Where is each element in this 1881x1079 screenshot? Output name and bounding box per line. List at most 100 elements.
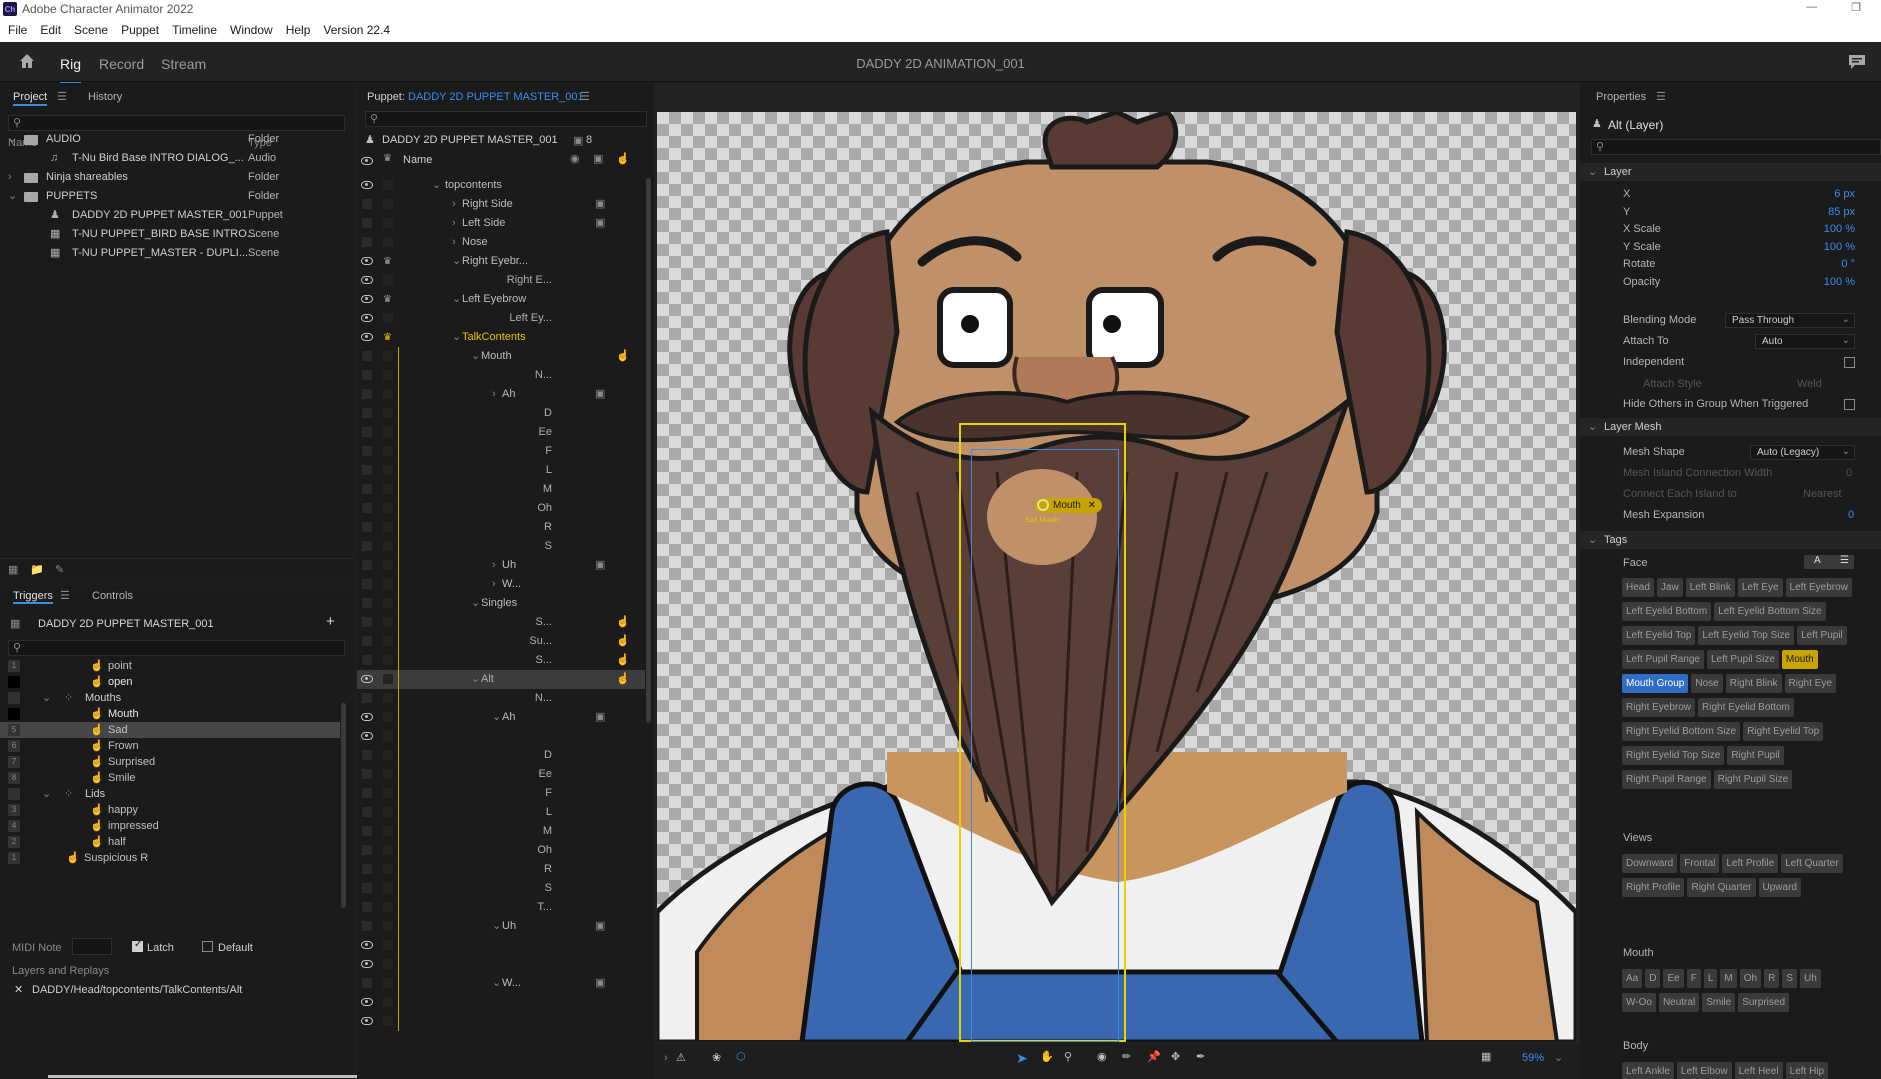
independent-toggle[interactable] xyxy=(383,978,393,988)
tag-chip[interactable]: D xyxy=(1645,969,1661,988)
tag-chip[interactable]: Smile xyxy=(1702,993,1736,1012)
tag-chip[interactable]: Oh xyxy=(1739,969,1762,988)
visibility-toggle[interactable] xyxy=(362,788,372,798)
tag-chip[interactable]: Neutral xyxy=(1658,993,1700,1012)
layer-row[interactable]: Right E... xyxy=(357,271,645,290)
tag-chip[interactable]: Left Ankle xyxy=(1622,1062,1674,1079)
menu-file[interactable]: File xyxy=(8,23,27,37)
trigger-row[interactable]: 4 ☝ impressed xyxy=(0,818,340,834)
visibility-toggle[interactable] xyxy=(362,484,372,494)
layer-row[interactable] xyxy=(357,993,645,1012)
layer-row[interactable]: M xyxy=(357,822,645,841)
project-row[interactable]: ▦ T-NU PUPPET_MASTER - DUPLI... Scene xyxy=(0,244,354,263)
layer-row[interactable]: ♛ ⌄ Right Eyebr... xyxy=(357,252,645,271)
visibility-toggle[interactable] xyxy=(362,446,372,456)
drag-icon[interactable]: ☝ xyxy=(616,632,630,651)
trigger-key[interactable]: 1 xyxy=(8,852,20,864)
tag-chip[interactable]: Right Pupil Size xyxy=(1713,770,1793,789)
drag-icon[interactable]: ☝ xyxy=(616,651,630,670)
chevron-down-icon[interactable]: ⌄ xyxy=(42,786,51,802)
minimize-icon[interactable]: — xyxy=(1806,1,1817,14)
independent-toggle[interactable] xyxy=(383,788,393,798)
chevron-right-icon[interactable]: › xyxy=(452,195,456,214)
layer-row[interactable]: S xyxy=(357,879,645,898)
visibility-toggle[interactable] xyxy=(362,883,372,893)
chevron-right-icon[interactable]: › xyxy=(492,556,496,575)
layer-row[interactable]: D xyxy=(357,746,645,765)
independent-toggle[interactable] xyxy=(383,313,393,323)
tag-chip[interactable]: Left Eyelid Bottom Size xyxy=(1714,602,1826,621)
layer-row[interactable]: › Nose xyxy=(357,233,645,252)
visibility-toggle[interactable] xyxy=(362,845,372,855)
independent-toggle[interactable] xyxy=(383,237,393,247)
visibility-toggle[interactable] xyxy=(362,807,372,817)
layer-row[interactable]: ⌄ Singles xyxy=(357,594,645,613)
mesh-expansion-value[interactable]: 0 xyxy=(1848,509,1854,521)
trigger-key[interactable]: 4 xyxy=(8,820,20,832)
eye-icon[interactable] xyxy=(361,314,373,322)
independent-toggle[interactable] xyxy=(383,731,393,741)
layer-row[interactable]: Oh xyxy=(357,499,645,518)
tag-chip[interactable]: F xyxy=(1686,969,1701,988)
tag-chip[interactable]: Left Blink xyxy=(1685,578,1735,597)
independent-toggle[interactable] xyxy=(383,807,393,817)
trigger-row[interactable]: ☝ Mouth xyxy=(0,706,340,722)
tag-chip[interactable]: Left Heel xyxy=(1734,1062,1783,1079)
eye-icon[interactable] xyxy=(361,941,373,949)
layer-row[interactable]: T... xyxy=(357,898,645,917)
visibility-toggle[interactable] xyxy=(362,598,372,608)
remove-layer-icon[interactable]: ✕ xyxy=(14,983,23,996)
tag-chip[interactable]: Right Profile xyxy=(1622,878,1685,897)
visibility-toggle[interactable] xyxy=(362,921,372,931)
independent-toggle[interactable] xyxy=(383,446,393,456)
layer-row[interactable]: ⌄ topcontents xyxy=(357,176,645,195)
layer-row[interactable]: S... ☝ xyxy=(357,613,645,632)
independent-toggle[interactable] xyxy=(383,199,393,209)
eye-icon[interactable] xyxy=(361,713,373,721)
chevron-right-icon[interactable]: › xyxy=(8,168,12,187)
drag-icon[interactable]: ☝ xyxy=(616,613,630,632)
trigger-row[interactable]: 7 ☝ Surprised xyxy=(0,754,340,770)
tab-project[interactable]: Project xyxy=(13,91,48,106)
menu-timeline[interactable]: Timeline xyxy=(172,23,217,37)
eye-icon[interactable] xyxy=(361,276,373,284)
independent-toggle[interactable] xyxy=(383,579,393,589)
zoom-level[interactable]: 59% xyxy=(1522,1052,1544,1064)
chevron-right-icon[interactable]: › xyxy=(452,233,456,252)
property-value[interactable]: 100 % xyxy=(1824,276,1855,288)
eye-icon[interactable] xyxy=(361,998,373,1006)
chevron-down-icon[interactable]: ⌄ xyxy=(471,670,480,689)
trigger-row[interactable]: 1 ☝ Suspicious R xyxy=(0,850,340,866)
layer-section[interactable]: ⌄ Layer xyxy=(1580,163,1881,181)
tag-chip[interactable]: Right Quarter xyxy=(1687,878,1756,897)
menu-puppet[interactable]: Puppet xyxy=(121,23,159,37)
properties-search-input[interactable]: ⚲ xyxy=(1591,139,1881,155)
trigger-row[interactable]: 5 ☝ Sad xyxy=(0,722,340,738)
trigger-search-input[interactable]: ⚲ xyxy=(8,640,345,656)
tag-chip[interactable]: Right Eyelid Top xyxy=(1743,722,1824,741)
chevron-down-icon[interactable]: ⌄ xyxy=(452,328,461,347)
independent-toggle[interactable] xyxy=(383,883,393,893)
trigger-row[interactable]: 2 ☝ half xyxy=(0,834,340,850)
visibility-toggle[interactable] xyxy=(362,199,372,209)
tag-chip[interactable]: Frontal xyxy=(1680,854,1720,873)
chevron-down-icon[interactable]: ⌄ xyxy=(432,176,441,195)
warning-icon[interactable]: ⚠ xyxy=(676,1051,686,1064)
layer-row[interactable]: Ee xyxy=(357,765,645,784)
layer-row[interactable] xyxy=(357,936,645,955)
tag-chip[interactable]: Right Eye xyxy=(1784,674,1836,693)
visibility-toggle[interactable] xyxy=(362,427,372,437)
layer-row[interactable]: ⌄ Uh ▣ xyxy=(357,917,645,936)
tag-chip[interactable]: Right Blink xyxy=(1725,674,1782,693)
eye-icon[interactable] xyxy=(361,1017,373,1025)
mesh-island-value[interactable]: 0 xyxy=(1846,467,1852,479)
independent-toggle[interactable] xyxy=(383,674,393,684)
chevron-down-icon[interactable]: ⌄ xyxy=(8,130,17,149)
chevron-down-icon[interactable]: ⌄ xyxy=(492,917,501,936)
layer-row[interactable]: › Ah ▣ xyxy=(357,385,645,404)
independent-toggle[interactable] xyxy=(383,522,393,532)
tag-chip[interactable]: Left Hip xyxy=(1785,1062,1829,1079)
visibility-toggle[interactable] xyxy=(362,218,372,228)
layer-row[interactable]: ⌄ Ah ▣ xyxy=(357,708,645,727)
tab-controls[interactable]: Controls xyxy=(92,590,133,602)
